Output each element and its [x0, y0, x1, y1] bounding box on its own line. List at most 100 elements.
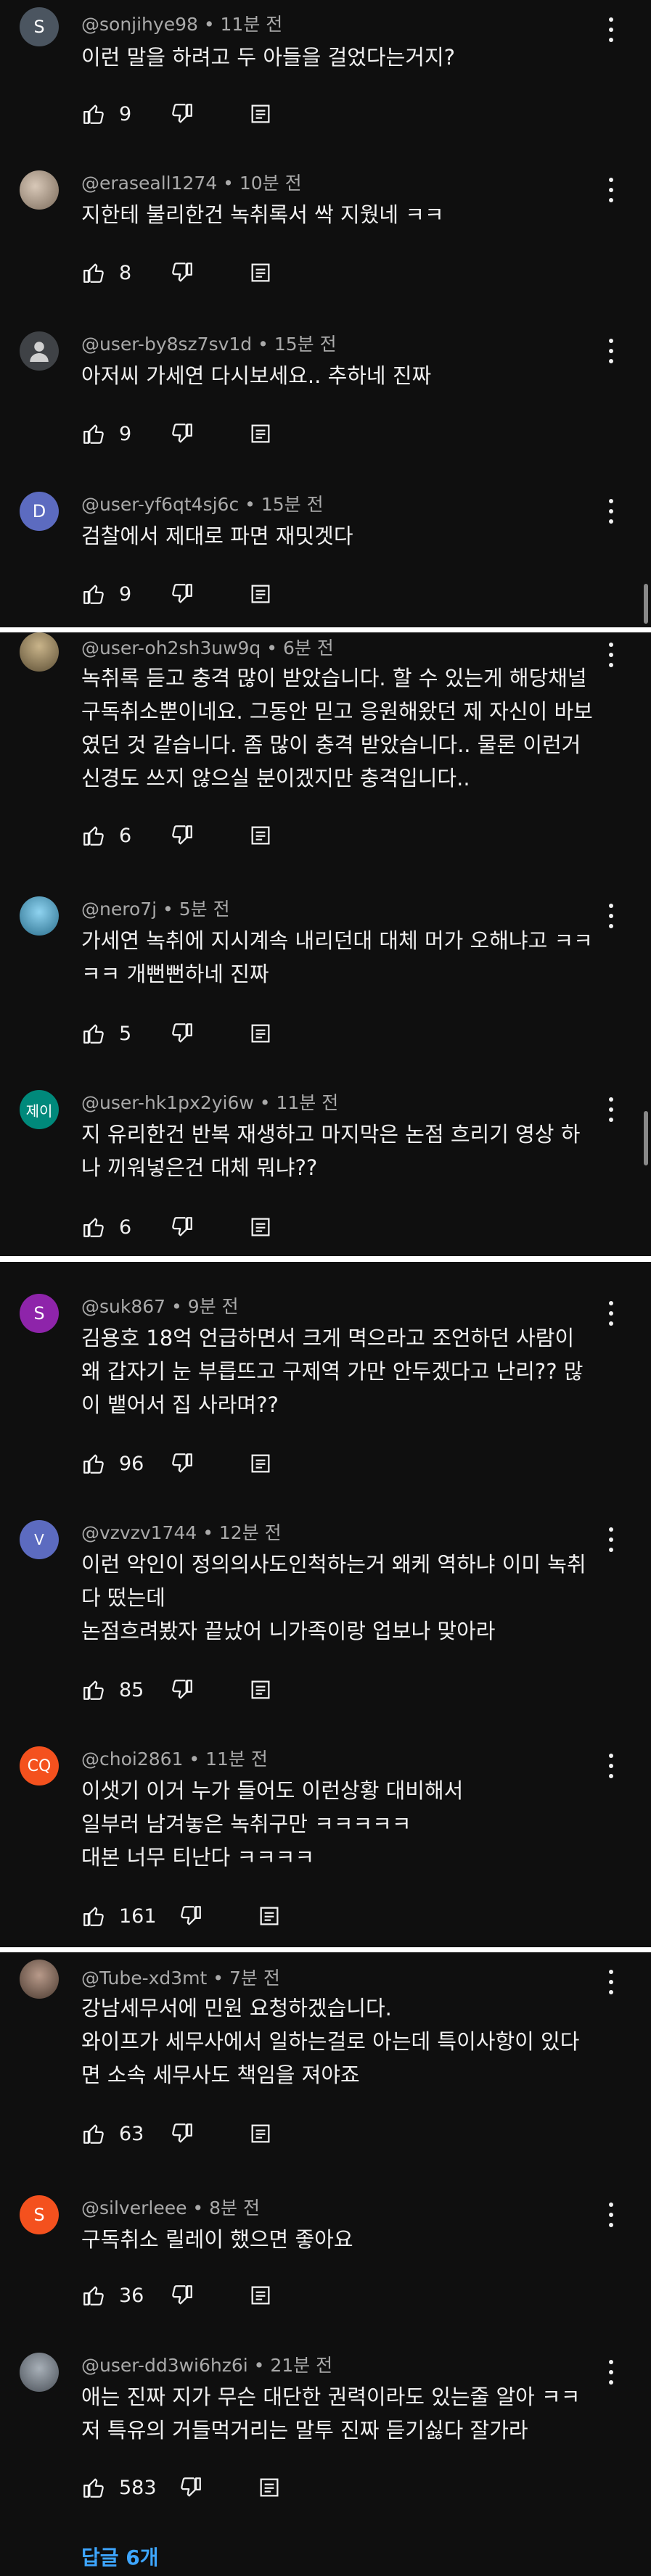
- scrollbar[interactable]: [644, 1111, 648, 1165]
- comment-time[interactable]: 11분 전: [276, 1092, 338, 1113]
- author-name[interactable]: @silverleee: [81, 2197, 187, 2218]
- author-name[interactable]: @suk867: [81, 1296, 165, 1317]
- dislike-button[interactable]: [170, 1021, 195, 1046]
- dislike-button[interactable]: [170, 2283, 195, 2308]
- author-name[interactable]: @user-oh2sh3uw9q: [81, 637, 261, 659]
- dislike-button[interactable]: [170, 1215, 195, 1239]
- comment-text: 애는 진짜 지가 무슨 대단한 권력이라도 있는줄 알아 ㅋㅋ 저 특유의 거들먹…: [81, 2385, 581, 2443]
- avatar[interactable]: S: [20, 7, 59, 46]
- like-button[interactable]: 85: [81, 1677, 148, 1702]
- more-vertical-icon[interactable]: [605, 904, 617, 928]
- dislike-button[interactable]: [170, 421, 195, 446]
- dislike-button[interactable]: [170, 102, 195, 126]
- reply-button[interactable]: [248, 1021, 273, 1046]
- more-vertical-icon[interactable]: [605, 643, 617, 667]
- avatar[interactable]: [20, 2353, 59, 2392]
- avatar[interactable]: 제이: [20, 1090, 59, 1129]
- like-button[interactable]: 161: [81, 1904, 157, 1928]
- more-vertical-icon[interactable]: [605, 1970, 617, 1994]
- like-button[interactable]: 36: [81, 2283, 148, 2308]
- comment-time[interactable]: 21분 전: [270, 2355, 332, 2376]
- reply-button[interactable]: [257, 2475, 282, 2500]
- avatar[interactable]: [20, 170, 59, 210]
- author-name[interactable]: @user-by8sz7sv1d: [81, 334, 252, 355]
- reply-button[interactable]: [248, 2121, 273, 2146]
- like-button[interactable]: 6: [81, 823, 148, 848]
- thumbs-down-icon: [180, 1906, 201, 1925]
- dislike-button[interactable]: [170, 1677, 195, 1702]
- author-name[interactable]: @user-hk1px2yi6w: [81, 1092, 254, 1113]
- more-vertical-icon[interactable]: [605, 1754, 617, 1778]
- avatar[interactable]: [20, 896, 59, 936]
- comment-time[interactable]: 10분 전: [239, 173, 302, 194]
- like-button[interactable]: 63: [81, 2121, 148, 2146]
- like-button[interactable]: 5: [81, 1021, 148, 1046]
- avatar[interactable]: [20, 1960, 59, 1999]
- dislike-button[interactable]: [170, 2121, 195, 2146]
- more-vertical-icon[interactable]: [605, 178, 617, 202]
- like-button[interactable]: 583: [81, 2475, 157, 2500]
- reply-button[interactable]: [248, 1677, 273, 1702]
- avatar[interactable]: V: [20, 1520, 59, 1559]
- like-button[interactable]: 8: [81, 260, 148, 285]
- comment-time[interactable]: 8분 전: [209, 2197, 260, 2218]
- comment-text: 녹취록 듣고 충격 많이 받았습니다. 할 수 있는게 해당채널 구독취소뿐이네요…: [81, 666, 593, 790]
- author-name[interactable]: @user-yf6qt4sj6c: [81, 494, 239, 515]
- like-button[interactable]: 9: [81, 582, 148, 606]
- comment-time[interactable]: 11분 전: [221, 14, 283, 35]
- like-button[interactable]: 9: [81, 102, 148, 126]
- view-replies-link[interactable]: 답글 6개: [81, 2542, 159, 2571]
- avatar[interactable]: D: [20, 492, 59, 531]
- dislike-button[interactable]: [170, 582, 195, 606]
- more-vertical-icon[interactable]: [605, 1527, 617, 1552]
- avatar[interactable]: [20, 632, 59, 672]
- like-count: 8: [119, 261, 132, 284]
- dislike-button[interactable]: [170, 1451, 195, 1476]
- like-button[interactable]: 9: [81, 421, 148, 446]
- more-vertical-icon[interactable]: [605, 499, 617, 524]
- reply-button[interactable]: [248, 260, 273, 285]
- avatar[interactable]: S: [20, 2195, 59, 2234]
- dislike-button[interactable]: [179, 2475, 203, 2500]
- dislike-button[interactable]: [170, 260, 195, 285]
- like-button[interactable]: 6: [81, 1215, 148, 1239]
- like-button[interactable]: 96: [81, 1451, 148, 1476]
- more-vertical-icon[interactable]: [605, 2203, 617, 2227]
- thumbs-down-icon: [172, 424, 192, 443]
- dislike-button[interactable]: [179, 1904, 203, 1928]
- comment-time[interactable]: 7분 전: [229, 1968, 280, 1989]
- avatar[interactable]: CQ: [20, 1746, 59, 1786]
- reply-button[interactable]: [248, 2283, 273, 2308]
- avatar[interactable]: [20, 331, 59, 371]
- reply-button[interactable]: [248, 1215, 273, 1239]
- reply-button[interactable]: [248, 1451, 273, 1476]
- more-vertical-icon[interactable]: [605, 1097, 617, 1122]
- reply-button[interactable]: [248, 102, 273, 126]
- comment-time[interactable]: 6분 전: [283, 637, 334, 659]
- author-name[interactable]: @nero7j: [81, 899, 157, 920]
- more-vertical-icon[interactable]: [605, 339, 617, 363]
- scrollbar[interactable]: [644, 584, 648, 624]
- reply-button[interactable]: [257, 1904, 282, 1928]
- comment-time[interactable]: 15분 전: [261, 494, 324, 515]
- author-name[interactable]: @vzvzv1744: [81, 1522, 197, 1543]
- author-name[interactable]: @user-dd3wi6hz6i: [81, 2355, 248, 2376]
- author-name[interactable]: @eraseall1274: [81, 173, 217, 194]
- more-vertical-icon[interactable]: [605, 2360, 617, 2385]
- author-name[interactable]: @choi2861: [81, 1749, 183, 1770]
- more-vertical-icon[interactable]: [605, 17, 617, 42]
- comment-time[interactable]: 9분 전: [188, 1296, 239, 1317]
- comment-text: 구독취소 릴레이 했으면 좋아요: [81, 2227, 353, 2252]
- avatar[interactable]: S: [20, 1294, 59, 1333]
- author-name[interactable]: @Tube-xd3mt: [81, 1968, 207, 1989]
- reply-button[interactable]: [248, 582, 273, 606]
- reply-button[interactable]: [248, 823, 273, 848]
- reply-button[interactable]: [248, 421, 273, 446]
- author-name[interactable]: @sonjihye98: [81, 14, 198, 35]
- comment-time[interactable]: 12분 전: [219, 1522, 282, 1543]
- comment-time[interactable]: 5분 전: [179, 899, 230, 920]
- dislike-button[interactable]: [170, 823, 195, 848]
- comment-time[interactable]: 15분 전: [274, 334, 337, 355]
- comment-time[interactable]: 11분 전: [205, 1749, 268, 1770]
- more-vertical-icon[interactable]: [605, 1301, 617, 1326]
